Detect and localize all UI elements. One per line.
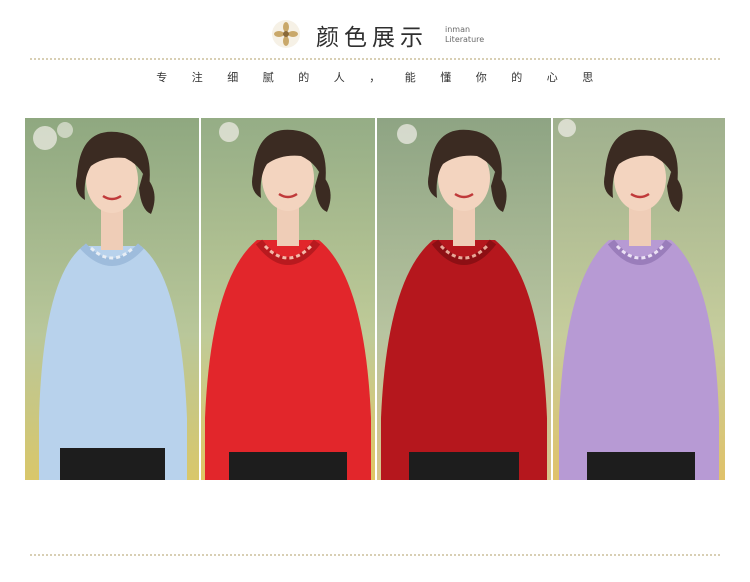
model-photo-red [201,118,375,480]
model-photo-light-blue [25,118,199,480]
section-header: 颜色展示 inman Literature [0,0,750,60]
color-panel-4[interactable] [553,118,727,480]
color-panel-1[interactable] [25,118,199,480]
bottom-divider [30,554,720,556]
brand-label: inman Literature [445,25,484,45]
section-title: 颜色展示 [316,25,428,51]
color-gallery [25,118,725,480]
model-photo-wine-red [377,118,551,480]
color-panel-3[interactable] [377,118,551,480]
section-subtitle: 专注细腻的人，能懂你的心思 [156,71,618,84]
model-photo-lavender [553,118,725,480]
brand-line-2: Literature [445,35,485,44]
top-divider [30,58,720,60]
flower-icon [272,20,300,48]
color-panel-2[interactable] [201,118,375,480]
brand-line-1: inman [445,25,471,34]
